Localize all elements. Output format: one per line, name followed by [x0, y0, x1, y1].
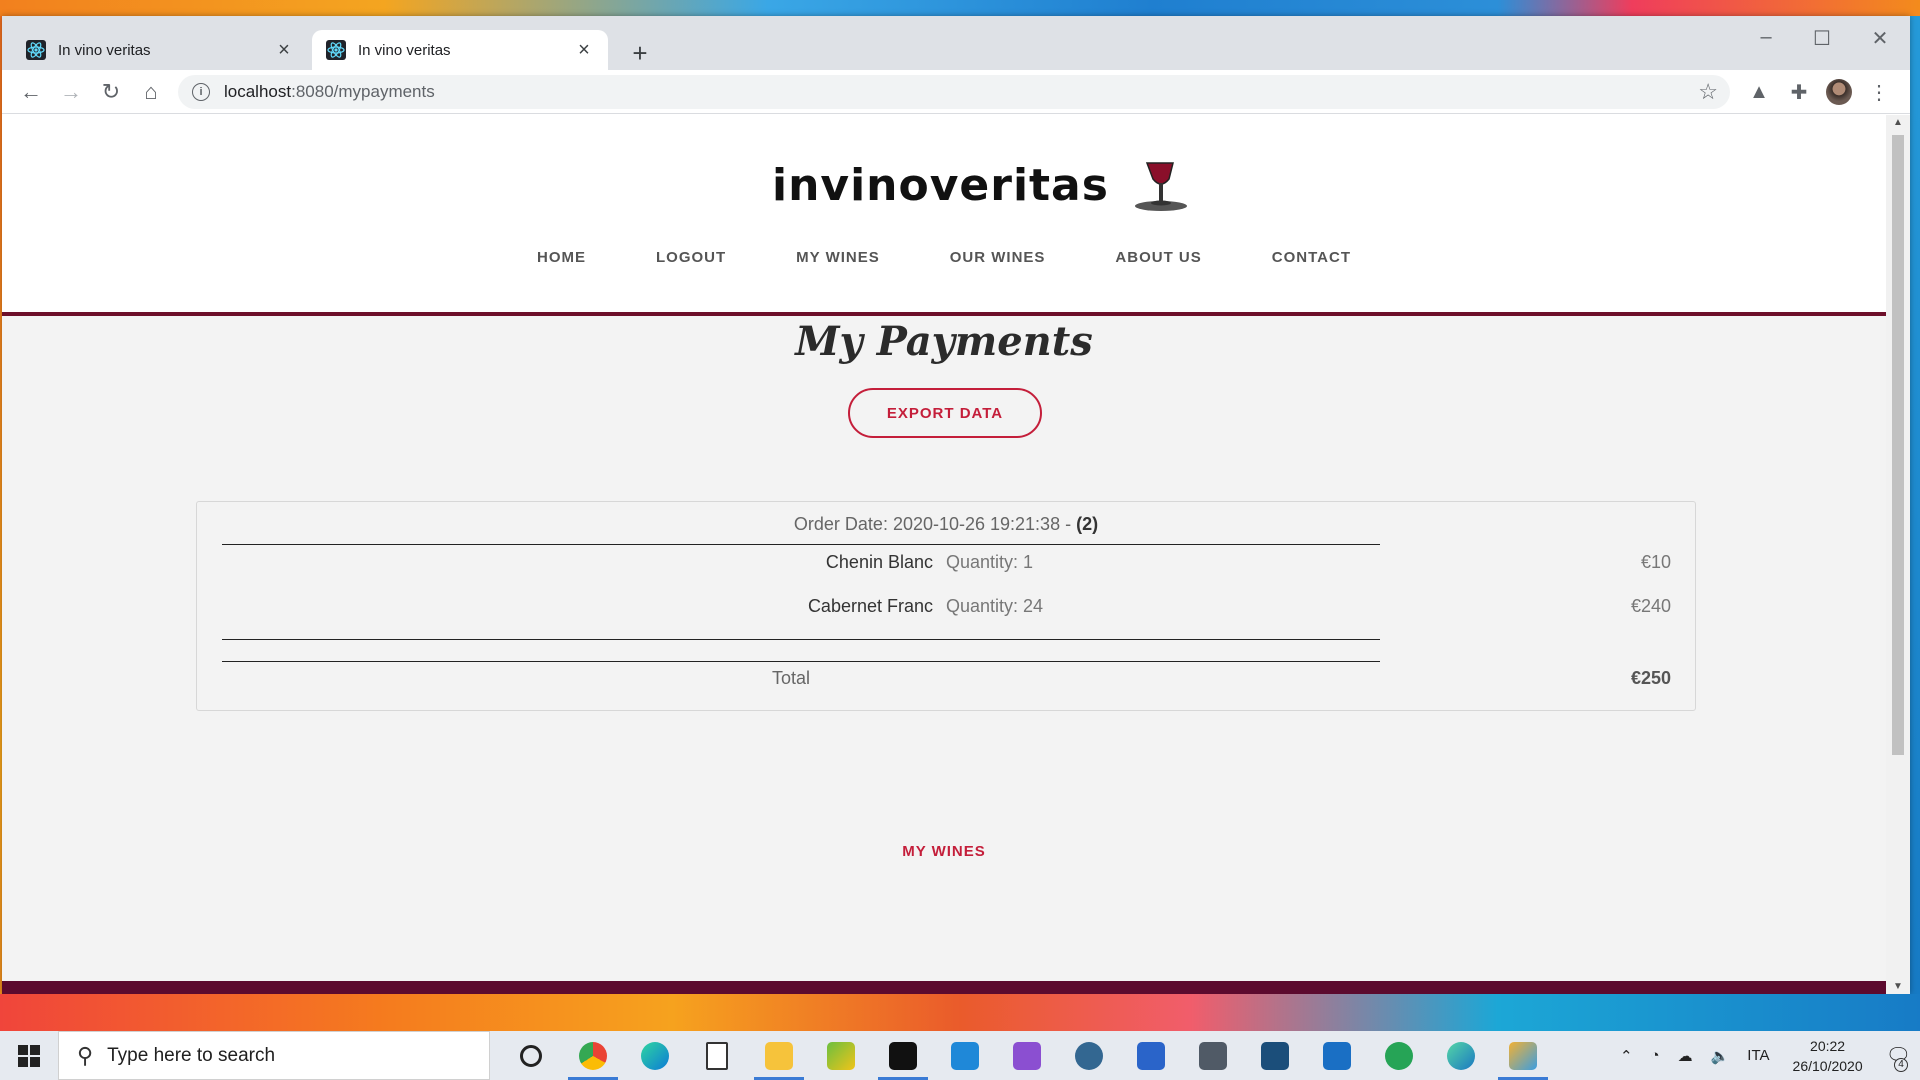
sql-tool-icon[interactable]: [1244, 1031, 1306, 1080]
tab-title: In vino veritas: [358, 41, 451, 59]
taskbar: ⚲ Type here to search ⌃ ◔ ☁ 🔈 ITA 20:22 …: [0, 1031, 1920, 1080]
reload-icon[interactable]: ↻: [96, 77, 126, 107]
menu-dots-icon[interactable]: ⋮: [1866, 79, 1892, 105]
profile-avatar[interactable]: [1826, 79, 1852, 105]
minimize-icon[interactable]: –: [1746, 26, 1786, 49]
order-date: Order Date: 2020-10-26 19:21:38 - (2): [197, 514, 1695, 535]
close-icon[interactable]: ×: [274, 39, 294, 62]
system-tray: ⌃ ◔ ☁ 🔈 ITA 20:22 26/10/2020 🗨 4: [1611, 1031, 1920, 1080]
remote-desktop-icon[interactable]: [1120, 1031, 1182, 1080]
maximize-icon[interactable]: ☐: [1802, 26, 1842, 51]
back-icon[interactable]: ←: [16, 77, 46, 107]
scroll-up-icon[interactable]: ▲: [1886, 117, 1910, 128]
nav-my-wines[interactable]: MY WINES: [796, 249, 880, 266]
item-price: €240: [1630, 596, 1671, 616]
new-tab-button[interactable]: +: [626, 38, 654, 69]
item-quantity: Quantity: 1: [946, 552, 1034, 572]
export-data-button[interactable]: EXPORT DATA: [848, 388, 1042, 438]
scrollbar-thumb[interactable]: [1892, 135, 1904, 755]
page-scrollbar[interactable]: ▲ ▼: [1886, 115, 1910, 994]
edge-icon[interactable]: [624, 1031, 686, 1080]
tab-strip: In vino veritas × In vino veritas × + – …: [2, 16, 1910, 70]
react-icon: [26, 40, 46, 60]
chrome-icon[interactable]: [562, 1031, 624, 1080]
home-icon[interactable]: ⌂: [136, 77, 166, 107]
desktop-wallpaper-bottom: [0, 994, 1920, 1031]
close-icon[interactable]: ×: [574, 39, 594, 62]
footer-my-wines-link[interactable]: MY WINES: [2, 843, 1886, 860]
bookmark-star-icon[interactable]: ☆: [1698, 79, 1718, 105]
item-price: €10: [1640, 552, 1671, 572]
windows-start-icon[interactable]: [0, 1031, 58, 1080]
logo-text: invinoveritas: [772, 159, 1109, 211]
outlook-icon[interactable]: [1306, 1031, 1368, 1080]
site-header: invinoveritas HOME LOGOUT MY WINES OUR W…: [2, 115, 1886, 316]
nav-our-wines[interactable]: OUR WINES: [950, 249, 1046, 266]
divider: [222, 639, 1380, 640]
paint-icon[interactable]: [1492, 1031, 1554, 1080]
clock[interactable]: 20:22 26/10/2020: [1793, 1036, 1863, 1076]
item-name: Chenin Blanc: [825, 552, 933, 572]
site-footer: [2, 981, 1886, 994]
clock-time: 20:22: [1810, 1037, 1846, 1054]
divider: [222, 544, 1380, 545]
order-card: Order Date: 2020-10-26 19:21:38 - (2) Ch…: [196, 501, 1696, 711]
page-title: My Payments: [795, 318, 1093, 365]
onedrive-icon[interactable]: ☁: [1678, 1047, 1693, 1065]
scroll-down-icon[interactable]: ▼: [1886, 981, 1910, 992]
tab-2[interactable]: In vino veritas ×: [312, 30, 608, 70]
cortana-icon[interactable]: [500, 1031, 562, 1080]
nav-contact[interactable]: CONTACT: [1272, 249, 1351, 266]
extensions-icon[interactable]: ✚: [1786, 79, 1812, 105]
browser-window: In vino veritas × In vino veritas × + – …: [2, 16, 1910, 994]
search-icon: ⚲: [77, 1042, 94, 1068]
site-logo[interactable]: invinoveritas: [772, 157, 1189, 213]
taskbar-search[interactable]: ⚲ Type here to search: [58, 1031, 490, 1080]
tab-1[interactable]: In vino veritas ×: [12, 30, 308, 70]
file-explorer-icon[interactable]: [748, 1031, 810, 1080]
drive-icon[interactable]: ▲: [1746, 79, 1772, 105]
order-date-text: Order Date: 2020-10-26 19:21:38 -: [793, 514, 1077, 534]
main-nav: HOME LOGOUT MY WINES OUR WINES ABOUT US …: [2, 249, 1886, 266]
react-icon: [326, 40, 346, 60]
total-label: Total: [771, 668, 811, 688]
nav-home[interactable]: HOME: [537, 249, 586, 266]
desktop-wallpaper-top: [0, 0, 1920, 16]
page-viewport: invinoveritas HOME LOGOUT MY WINES OUR W…: [2, 115, 1886, 994]
order-item-count: (2): [1076, 514, 1099, 534]
nav-about-us[interactable]: ABOUT US: [1115, 249, 1201, 266]
visual-studio-icon[interactable]: [996, 1031, 1058, 1080]
image-editor-icon[interactable]: [810, 1031, 872, 1080]
chevron-up-icon[interactable]: ⌃: [1620, 1047, 1633, 1065]
postgres-icon[interactable]: [1058, 1031, 1120, 1080]
calculator-icon[interactable]: [1182, 1031, 1244, 1080]
url-host: localhost: [224, 82, 292, 101]
maps-icon[interactable]: [1368, 1031, 1430, 1080]
terminal-icon[interactable]: [872, 1031, 934, 1080]
item-quantity: Quantity: 24: [946, 596, 1044, 616]
wine-glass-icon: [1134, 162, 1187, 211]
file-icon[interactable]: [686, 1031, 748, 1080]
nav-logout[interactable]: LOGOUT: [656, 249, 726, 266]
search-placeholder: Type here to search: [107, 1044, 276, 1066]
browser-toolbar: ← → ↻ ⌂ i localhost:8080/mypayments ☆ ▲ …: [2, 70, 1910, 114]
language-indicator[interactable]: ITA: [1747, 1047, 1769, 1064]
volume-icon[interactable]: 🔈: [1711, 1047, 1730, 1065]
info-icon[interactable]: i: [192, 83, 210, 101]
vscode-icon[interactable]: [934, 1031, 996, 1080]
notifications-icon[interactable]: 🗨 4: [1886, 1043, 1911, 1072]
forward-icon[interactable]: →: [56, 77, 86, 107]
item-name: Cabernet Franc: [807, 596, 933, 616]
edge-dev-icon[interactable]: [1430, 1031, 1492, 1080]
taskbar-apps: [500, 1031, 1554, 1080]
clock-date: 26/10/2020: [1792, 1057, 1863, 1074]
divider: [222, 661, 1380, 662]
network-icon[interactable]: ◔: [1651, 1047, 1660, 1064]
total-value: €250: [1630, 668, 1671, 688]
tab-title: In vino veritas: [58, 41, 151, 59]
url-path: :8080/mypayments: [291, 82, 435, 101]
close-window-icon[interactable]: ✕: [1860, 26, 1900, 51]
address-bar[interactable]: i localhost:8080/mypayments ☆: [178, 75, 1730, 109]
notification-count: 4: [1894, 1058, 1908, 1072]
